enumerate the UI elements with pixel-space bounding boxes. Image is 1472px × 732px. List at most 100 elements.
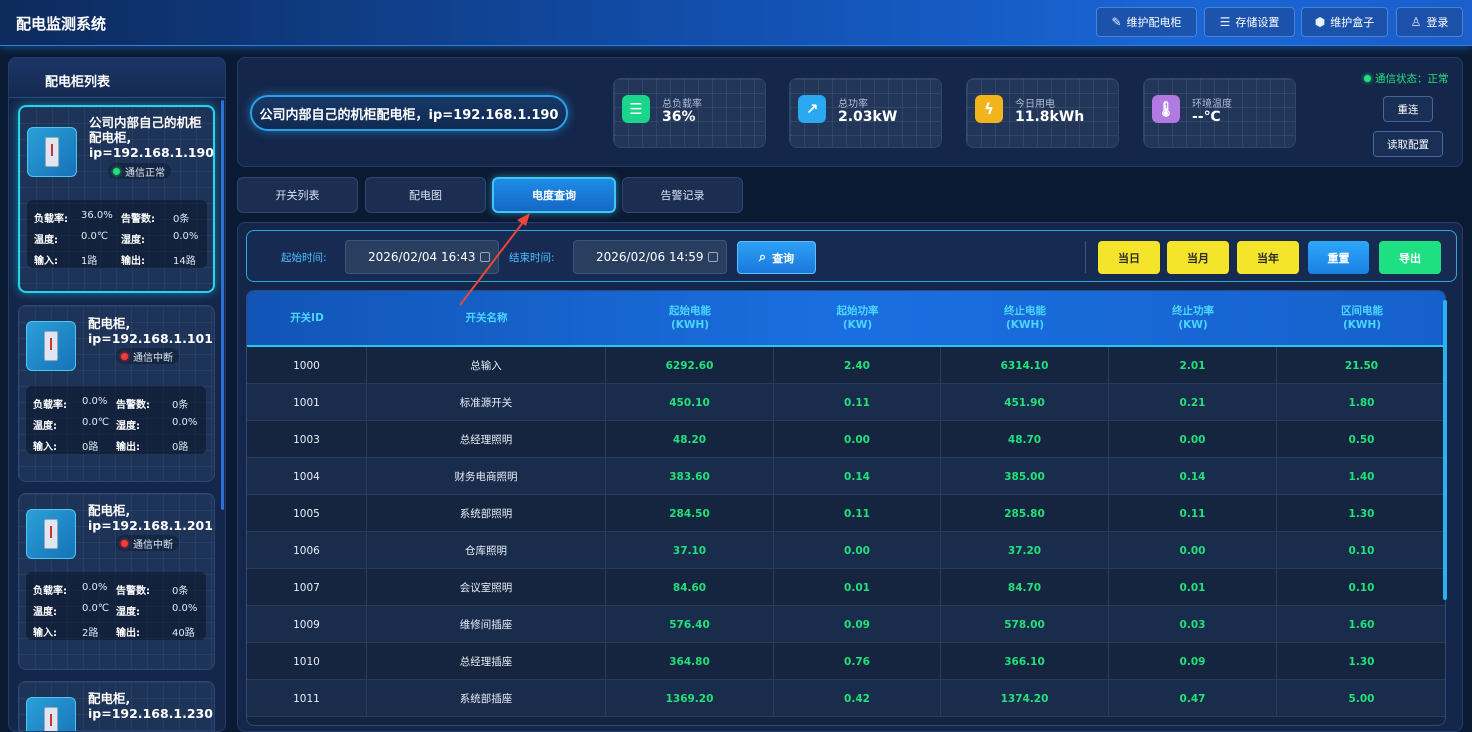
table-row[interactable]: 1004 财务电商照明 383.60 0.14 385.00 0.14 1.40	[247, 458, 1445, 495]
output-value: 40路	[172, 628, 195, 639]
alarm-label: 告警数:	[116, 400, 150, 411]
temp-value: 0.0℃	[82, 417, 110, 428]
cell-start-energy: 284.50	[606, 495, 774, 532]
table-row[interactable]: 1011 系统部插座 1369.20 0.42 1374.20 0.47 5.00	[247, 680, 1445, 717]
this-year-button[interactable]: 当年	[1237, 241, 1299, 274]
cell-switch-name: 仓库照明	[367, 532, 606, 569]
cabinet-card-190[interactable]: 公司内部自己的机柜 配电柜, ip=192.168.1.190 通信正常 负载率…	[18, 105, 215, 293]
search-label: 查询	[772, 251, 795, 265]
today-button[interactable]: 当日	[1098, 241, 1160, 274]
table-row[interactable]: 1006 仓库照明 37.10 0.00 37.20 0.00 0.10	[247, 532, 1445, 569]
this-month-button[interactable]: 当月	[1167, 241, 1229, 274]
export-button[interactable]: 导出	[1379, 241, 1441, 274]
cell-switch-name: 会议室照明	[367, 569, 606, 606]
output-value: 0路	[172, 442, 189, 453]
tab-alarm-records[interactable]: 告警记录	[622, 177, 743, 213]
cell-switch-name: 系统部照明	[367, 495, 606, 532]
cabinet-card-201[interactable]: 配电柜, ip=192.168.1.201 通信中断 负载率: 0.0% 告警数…	[18, 493, 215, 670]
cell-switch-id: 1005	[247, 495, 367, 532]
cell-interval-energy: 1.30	[1277, 643, 1445, 680]
reconnect-button[interactable]: 重连	[1383, 96, 1433, 122]
calendar-icon[interactable]	[480, 252, 490, 262]
maintain-box-label: 维护盒子	[1330, 16, 1375, 29]
maintain-box-button[interactable]: ⬢ 维护盒子	[1301, 7, 1388, 37]
stat-card-temperature: 🌡 环境温度 --℃	[1143, 78, 1296, 148]
cell-switch-name: 总经理插座	[367, 643, 606, 680]
table-row[interactable]: 1000 总输入 6292.60 2.40 6314.10 2.01 21.50	[247, 347, 1445, 384]
reset-button[interactable]: 重置	[1308, 241, 1369, 274]
cell-start-power: 0.14	[774, 458, 941, 495]
stat-value: 2.03kW	[838, 109, 898, 125]
temp-label: 温度:	[33, 607, 57, 618]
header-text: 开关ID	[290, 312, 324, 324]
cell-start-energy: 37.10	[606, 532, 774, 569]
cell-start-energy: 84.60	[606, 569, 774, 606]
cell-interval-energy: 1.30	[1277, 495, 1445, 532]
sidebar-title: 配电柜列表	[45, 75, 111, 90]
cell-end-energy: 451.90	[941, 384, 1109, 421]
cell-end-energy: 48.70	[941, 421, 1109, 458]
cabinet-card-230[interactable]: 配电柜, ip=192.168.1.230	[18, 681, 215, 731]
search-button[interactable]: ⌕ 查询	[737, 241, 816, 274]
start-time-input[interactable]: 2026/02/04 16:43	[345, 240, 499, 274]
table-row[interactable]: 1007 会议室照明 84.60 0.01 84.70 0.01 0.10	[247, 569, 1445, 606]
table-row[interactable]: 1003 总经理照明 48.20 0.00 48.70 0.00 0.50	[247, 421, 1445, 458]
cell-start-power: 0.00	[774, 532, 941, 569]
cabinet-icon	[27, 127, 77, 177]
stat-value: 11.8kWh	[1015, 109, 1085, 125]
comm-status-text: 通信状态：正常	[1375, 73, 1449, 85]
cell-end-energy: 385.00	[941, 458, 1109, 495]
status-text: 通信中断	[133, 539, 173, 551]
read-config-button[interactable]: 读取配置	[1373, 131, 1443, 157]
login-label: 登录	[1426, 16, 1449, 29]
cell-start-power: 0.76	[774, 643, 941, 680]
table-row[interactable]: 1009 维修间插座 576.40 0.09 578.00 0.03 1.60	[247, 606, 1445, 643]
humidity-value: 0.0%	[172, 417, 198, 428]
tab-switch-list[interactable]: 开关列表	[237, 177, 358, 213]
calendar-icon[interactable]	[708, 252, 718, 262]
cabinet-name-line3: ip=192.168.1.190	[89, 145, 214, 160]
cabinet-card-101[interactable]: 配电柜, ip=192.168.1.101 通信中断 负载率: 0.0% 告警数…	[18, 305, 215, 482]
cell-start-power: 0.09	[774, 606, 941, 643]
status-text: 通信中断	[133, 352, 173, 364]
login-button[interactable]: ♙ 登录	[1396, 7, 1463, 37]
stat-label: 总功率	[838, 99, 868, 110]
cell-start-energy: 6292.60	[606, 347, 774, 384]
tab-energy-query[interactable]: 电度查询	[492, 177, 616, 213]
cell-end-energy: 6314.10	[941, 347, 1109, 384]
humidity-label: 湿度:	[116, 421, 140, 432]
tab-wiring-diagram[interactable]: 配电图	[365, 177, 486, 213]
load-value: 0.0%	[82, 396, 108, 407]
storage-settings-button[interactable]: ☰ 存储设置	[1204, 7, 1295, 37]
end-time-input[interactable]: 2026/02/06 14:59	[573, 240, 727, 274]
end-time-label: 结束时间:	[509, 252, 555, 264]
cabinet-stats: 负载率: 36.0% 告警数: 0条 温度: 0.0℃ 湿度: 0.0% 输入:…	[27, 200, 207, 268]
table-scrollbar[interactable]	[1443, 300, 1447, 600]
sidebar-scrollbar[interactable]	[221, 100, 224, 510]
cell-interval-energy: 1.80	[1277, 384, 1445, 421]
cabinet-icon	[26, 321, 76, 371]
cell-switch-name: 总经理照明	[367, 421, 606, 458]
header-switch-name: 开关名称	[367, 291, 606, 345]
input-label: 输入:	[33, 628, 57, 639]
table-row[interactable]: 1005 系统部照明 284.50 0.11 285.80 0.11 1.30	[247, 495, 1445, 532]
cell-start-energy: 48.20	[606, 421, 774, 458]
header-start-energy: 起始电能 (KWH)	[606, 291, 774, 345]
cell-switch-name: 总输入	[367, 347, 606, 384]
header-unit: (KW)	[1178, 319, 1208, 331]
header-end-energy: 终止电能 (KWH)	[941, 291, 1109, 345]
input-value: 0路	[82, 442, 99, 453]
cell-end-power: 2.01	[1109, 347, 1277, 384]
temp-label: 温度:	[34, 235, 58, 246]
maintain-cabinet-button[interactable]: ✎ 维护配电柜	[1096, 7, 1197, 37]
box-icon: ⬢	[1314, 15, 1326, 29]
cabinet-stats: 负载率: 0.0% 告警数: 0条 温度: 0.0℃ 湿度: 0.0% 输入: …	[26, 572, 206, 640]
cell-switch-id: 1004	[247, 458, 367, 495]
storage-settings-label: 存储设置	[1235, 16, 1280, 29]
cell-switch-id: 1003	[247, 421, 367, 458]
stat-card-load: ☰ 总负载率 36%	[613, 78, 766, 148]
cell-start-energy: 450.10	[606, 384, 774, 421]
table-row[interactable]: 1010 总经理插座 364.80 0.76 366.10 0.09 1.30	[247, 643, 1445, 680]
table-row[interactable]: 1001 标准源开关 450.10 0.11 451.90 0.21 1.80	[247, 384, 1445, 421]
cell-switch-name: 财务电商照明	[367, 458, 606, 495]
